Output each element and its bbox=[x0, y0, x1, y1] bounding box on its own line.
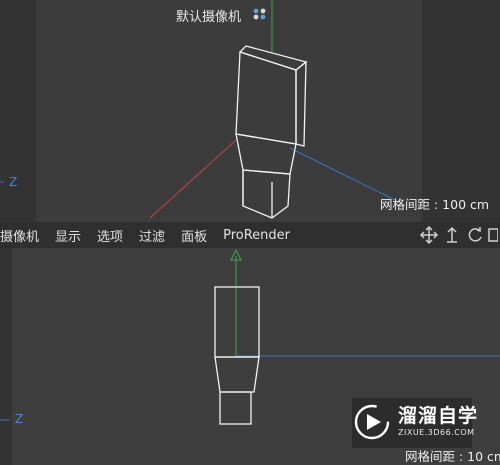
z-axis-line-top bbox=[289, 147, 396, 201]
grid-spacing-label-top: 网格间距 : 100 cm bbox=[380, 197, 490, 212]
pan-icon[interactable] bbox=[442, 225, 462, 245]
grid-spacing-label-bottom: 网格间距 : 10 cm bbox=[405, 449, 500, 464]
watermark-name: 溜溜自学 bbox=[398, 405, 479, 427]
watermark-url: ZIXUE.3D66.COM bbox=[398, 428, 475, 437]
wireframe-object-top bbox=[235, 45, 308, 219]
menu-prorender[interactable]: ProRender bbox=[215, 228, 298, 243]
menu-camera[interactable]: 摄像机 bbox=[0, 226, 47, 245]
viewport-nav-icons bbox=[419, 224, 499, 246]
menu-options[interactable]: 选项 bbox=[89, 226, 131, 245]
zoom-icon[interactable] bbox=[488, 225, 499, 245]
menu-filter[interactable]: 过滤 bbox=[131, 226, 173, 245]
move-icon[interactable] bbox=[419, 225, 439, 245]
menu-panel[interactable]: 面板 bbox=[173, 226, 215, 245]
camera-icon[interactable] bbox=[252, 7, 268, 21]
watermark-play-logo-icon bbox=[354, 404, 390, 440]
camera-label[interactable]: 默认摄像机 bbox=[176, 6, 241, 25]
axis-z-label-bottom: Z bbox=[15, 412, 24, 426]
x-axis-line-top bbox=[149, 139, 237, 219]
menu-display[interactable]: 显示 bbox=[47, 226, 89, 245]
rotate-icon[interactable] bbox=[465, 225, 485, 245]
axis-z-label-top: Z bbox=[9, 175, 18, 189]
